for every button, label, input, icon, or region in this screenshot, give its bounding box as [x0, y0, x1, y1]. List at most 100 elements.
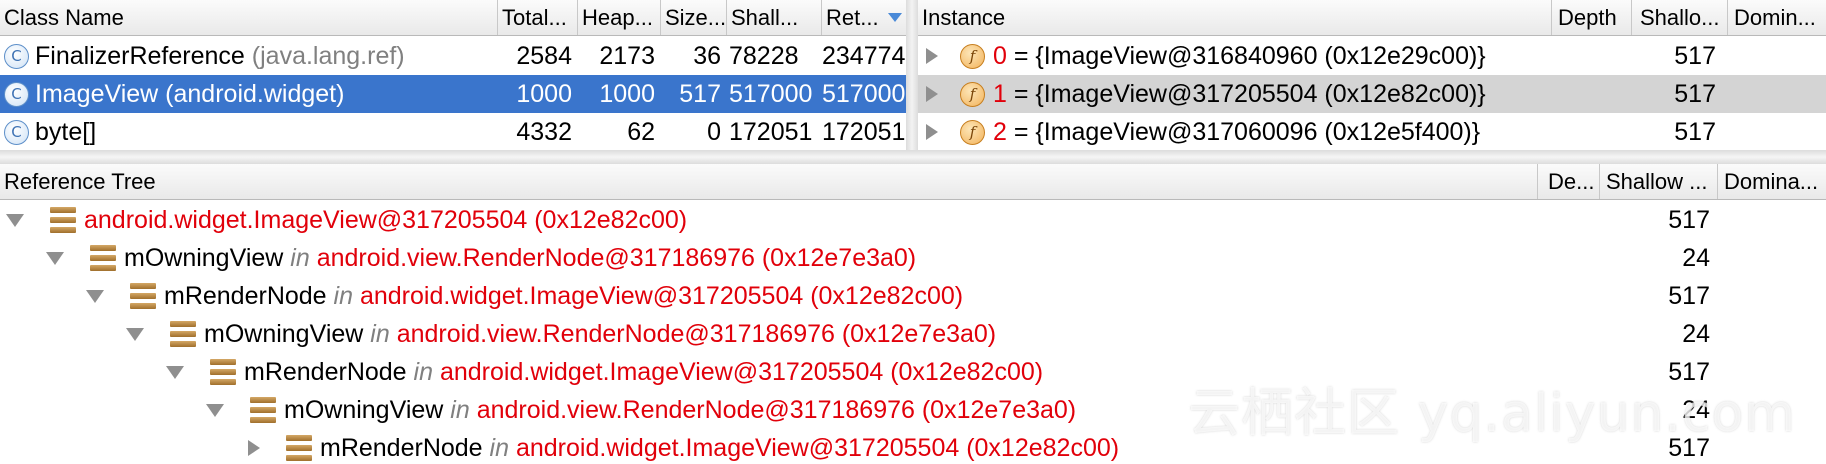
tree-shallow-size: 24	[1682, 319, 1710, 348]
instance-list-header: Instance Depth Shallo... Domin...	[918, 0, 1826, 36]
expand-arrow-icon[interactable]	[926, 86, 938, 102]
class-row-selected[interactable]: C ImageView (android.widget) 1000 1000 5…	[0, 75, 906, 113]
class-row[interactable]: C byte[] 4332 62 0 172051 172051	[0, 113, 906, 150]
column-instance[interactable]: Instance	[918, 0, 1552, 35]
sort-descending-icon	[888, 13, 902, 22]
column-depth[interactable]: Depth	[1552, 0, 1632, 35]
in-keyword: in	[413, 357, 434, 386]
heap-count: 2173	[599, 41, 655, 70]
column-reference-tree[interactable]: Reference Tree	[0, 164, 1538, 199]
collapse-arrow-icon[interactable]	[206, 403, 224, 417]
shallow-size: 78228	[729, 41, 799, 70]
horizontal-splitter[interactable]	[0, 150, 1826, 164]
field-stack-icon	[90, 245, 116, 271]
tree-row[interactable]: mOwningView in android.view.RenderNode@3…	[0, 239, 1826, 277]
field-icon: f	[960, 81, 985, 107]
reference-target: android.widget.ImageView@317205504 (0x12…	[359, 281, 964, 310]
column-shallow-size[interactable]: Shallo...	[1632, 0, 1728, 35]
class-icon: C	[4, 43, 29, 69]
in-keyword: in	[489, 433, 510, 462]
collapse-arrow-icon[interactable]	[166, 365, 184, 379]
instance-dominating-size	[1728, 37, 1826, 75]
in-keyword: in	[450, 395, 470, 424]
instance-index: 0	[993, 41, 1007, 70]
instance-stack-icon	[50, 207, 76, 233]
column-shallow-size[interactable]: Shall...	[727, 0, 822, 35]
instance-row[interactable]: f 2 = {ImageView@317060096 (0x12e5f400)}…	[918, 113, 1826, 150]
reference-tree-panel: Reference Tree De... Shallow ... Domina.…	[0, 164, 1826, 464]
class-row[interactable]: C FinalizerReference (java.lang.ref) 258…	[0, 37, 906, 75]
total-count: 4332	[516, 117, 572, 146]
column-retained-label: Ret...	[826, 4, 879, 30]
instance-row-selected[interactable]: f 1 = {ImageView@317205504 (0x12e82c00)}…	[918, 75, 1826, 113]
tree-row[interactable]: android.widget.ImageView@317205504 (0x12…	[0, 201, 1826, 239]
instance-depth	[1552, 75, 1632, 113]
in-keyword: in	[333, 281, 354, 310]
column-total-count[interactable]: Total...	[498, 0, 578, 35]
total-count: 2584	[516, 41, 572, 70]
column-retained-size[interactable]: Ret...	[822, 0, 906, 35]
tree-row[interactable]: mRenderNode in android.widget.ImageView@…	[0, 277, 1826, 315]
tree-row[interactable]: mRenderNode in android.widget.ImageView@…	[0, 429, 1826, 464]
vertical-splitter[interactable]	[906, 0, 918, 150]
reference-field: mOwningView	[204, 319, 364, 348]
class-list-header: Class Name Total... Heap... Size... Shal…	[0, 0, 906, 36]
tree-shallow-size: 24	[1682, 395, 1710, 424]
column-dominating-size[interactable]: Domin...	[1728, 0, 1826, 35]
reference-target: android.view.RenderNode@317186976 (0x12e…	[476, 395, 1077, 424]
reference-target: android.view.RenderNode@317186976 (0x12e…	[396, 319, 997, 348]
collapse-arrow-icon[interactable]	[126, 327, 144, 341]
instance-list-panel: Instance Depth Shallo... Domin... f 0 = …	[918, 0, 1826, 150]
class-icon: C	[4, 81, 29, 107]
class-name: byte[]	[35, 117, 97, 146]
collapse-arrow-icon[interactable]	[46, 251, 64, 265]
field-stack-icon	[170, 321, 196, 347]
heap-count: 62	[627, 117, 655, 146]
instance-row[interactable]: f 0 = {ImageView@316840960 (0x12e29c00)}…	[918, 37, 1826, 75]
instance-dominating-size	[1728, 113, 1826, 150]
expand-arrow-icon[interactable]	[926, 48, 938, 64]
class-icon: C	[4, 119, 29, 145]
field-stack-icon	[250, 397, 276, 423]
in-keyword: in	[290, 243, 310, 272]
total-count: 1000	[516, 79, 572, 108]
reference-field: mRenderNode	[320, 433, 483, 462]
column-shallow-size[interactable]: Shallow ...	[1600, 164, 1718, 199]
instance-depth	[1552, 113, 1632, 150]
expand-arrow-icon[interactable]	[248, 440, 260, 456]
instance-depth	[1552, 37, 1632, 75]
tree-row[interactable]: mOwningView in android.view.RenderNode@3…	[0, 391, 1826, 429]
instance-shallow-size: 517	[1674, 117, 1716, 146]
column-depth[interactable]: De...	[1538, 164, 1600, 199]
class-list-panel: Class Name Total... Heap... Size... Shal…	[0, 0, 906, 150]
field-stack-icon	[286, 435, 312, 461]
column-dominating-size[interactable]: Domina...	[1718, 164, 1826, 199]
tree-row[interactable]: mRenderNode in android.widget.ImageView@…	[0, 353, 1826, 391]
shallow-size: 172051	[729, 117, 813, 146]
column-heap-count[interactable]: Heap...	[578, 0, 661, 35]
class-name: FinalizerReference	[35, 41, 245, 70]
column-size-of[interactable]: Size...	[661, 0, 727, 35]
reference-field: mOwningView	[124, 243, 284, 272]
class-name: ImageView	[35, 79, 159, 108]
reference-field: mOwningView	[284, 395, 444, 424]
tree-shallow-size: 24	[1682, 243, 1710, 272]
field-stack-icon	[130, 283, 156, 309]
class-package: (android.widget)	[165, 79, 345, 108]
instance-value: = {ImageView@317060096 (0x12e5f400)}	[1013, 117, 1481, 146]
reference-target: android.widget.ImageView@317205504 (0x12…	[439, 357, 1044, 386]
field-icon: f	[960, 119, 985, 145]
expand-arrow-icon[interactable]	[926, 124, 938, 140]
collapse-arrow-icon[interactable]	[86, 289, 104, 303]
instance-shallow-size: 517	[1674, 79, 1716, 108]
tree-shallow-size: 517	[1668, 357, 1710, 386]
heap-count: 1000	[599, 79, 655, 108]
in-keyword: in	[370, 319, 390, 348]
retained-size: 172051	[822, 117, 906, 146]
column-class-name[interactable]: Class Name	[0, 0, 498, 35]
instance-index: 2	[993, 117, 1007, 146]
instance-dominating-size	[1728, 75, 1826, 113]
collapse-arrow-icon[interactable]	[6, 213, 24, 227]
size-of: 36	[693, 41, 721, 70]
tree-row[interactable]: mOwningView in android.view.RenderNode@3…	[0, 315, 1826, 353]
